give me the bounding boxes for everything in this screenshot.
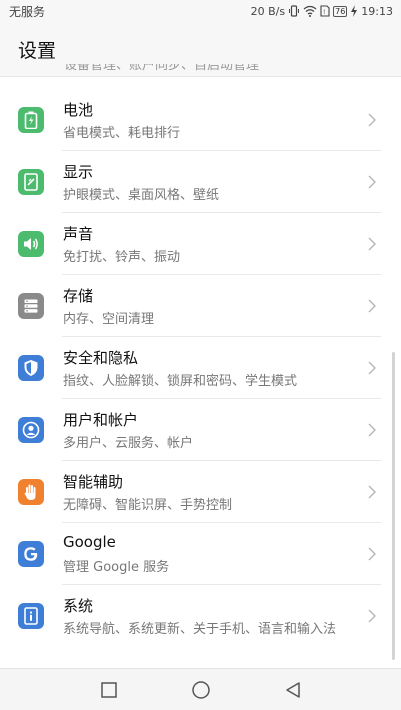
square-icon <box>100 681 117 698</box>
user-icon <box>18 417 44 443</box>
shield-icon <box>18 355 44 381</box>
home-button[interactable] <box>190 679 212 701</box>
settings-item-title: 系统 <box>63 597 94 615</box>
settings-item-security[interactable]: 安全和隐私 指纹、人脸解锁、锁屏和密码、学生模式 <box>0 337 401 399</box>
settings-item-title: 显示 <box>63 163 94 181</box>
chevron-right-icon <box>365 299 379 313</box>
chevron-right-icon <box>365 485 379 499</box>
network-speed: 20 B/s <box>250 4 286 18</box>
settings-item-subtitle: 内存、空间清理 <box>63 312 155 327</box>
settings-item-display[interactable]: 显示 护眼模式、桌面风格、壁纸 <box>0 151 401 213</box>
recents-button[interactable] <box>98 679 120 701</box>
hand-icon <box>18 479 44 505</box>
vibrate-icon <box>288 5 300 17</box>
cutoff-row-subtitle: 设备管理、账户同步、自启动管理 <box>64 64 260 73</box>
clock: 19:13 <box>361 4 393 18</box>
settings-item-subtitle: 多用户、云服务、帐户 <box>63 436 194 451</box>
settings-item-sound[interactable]: 声音 免打扰、铃声、振动 <box>0 213 401 275</box>
settings-item-subtitle: 省电模式、耗电排行 <box>63 126 181 141</box>
storage-icon <box>18 293 44 319</box>
settings-item-google[interactable]: Google 管理 Google 服务 <box>0 523 401 585</box>
top-divider <box>0 76 401 77</box>
settings-item-title: 安全和隐私 <box>63 349 139 367</box>
settings-list[interactable]: 电池 省电模式、耗电排行 显示 护眼模式、桌面风格、壁纸 声音 免打扰、铃声、振… <box>0 89 401 659</box>
settings-item-users-accounts[interactable]: 用户和帐户 多用户、云服务、帐户 <box>0 399 401 461</box>
scrollbar[interactable] <box>392 352 395 660</box>
navigation-bar <box>0 668 401 710</box>
carrier-text: 无服务 <box>9 4 46 19</box>
chevron-right-icon <box>365 113 379 127</box>
chevron-right-icon <box>365 547 379 561</box>
settings-item-system[interactable]: 系统 系统导航、系统更新、关于手机、语言和输入法 <box>0 585 401 659</box>
settings-item-subtitle: 管理 Google 服务 <box>63 560 170 575</box>
settings-item-title: 声音 <box>63 225 94 243</box>
status-bar: 无服务 20 B/s ! 76 19:13 <box>0 0 401 22</box>
wifi-icon <box>303 5 317 17</box>
settings-item-smart-assist[interactable]: 智能辅助 无障碍、智能识屏、手势控制 <box>0 461 401 523</box>
chevron-right-icon <box>365 609 379 623</box>
settings-item-battery[interactable]: 电池 省电模式、耗电排行 <box>0 89 401 151</box>
chevron-right-icon <box>365 423 379 437</box>
settings-item-title: 用户和帐户 <box>63 411 139 429</box>
svg-text:!: ! <box>323 9 325 16</box>
settings-item-title: Google <box>63 533 116 551</box>
settings-item-title: 电池 <box>63 101 94 119</box>
settings-item-subtitle: 护眼模式、桌面风格、壁纸 <box>63 188 220 203</box>
settings-item-subtitle: 无障碍、智能识屏、手势控制 <box>63 498 233 513</box>
chevron-right-icon <box>365 237 379 251</box>
circle-icon <box>191 680 210 699</box>
settings-item-subtitle: 指纹、人脸解锁、锁屏和密码、学生模式 <box>63 374 298 389</box>
speaker-icon <box>18 231 44 257</box>
back-button[interactable] <box>282 679 304 701</box>
sim-icon: ! <box>320 5 330 17</box>
settings-item-storage[interactable]: 存储 内存、空间清理 <box>0 275 401 337</box>
battery-indicator: 76 <box>333 5 348 17</box>
chevron-right-icon <box>365 361 379 375</box>
info-icon <box>18 603 44 629</box>
settings-item-subtitle: 系统导航、系统更新、关于手机、语言和输入法 <box>63 622 337 637</box>
back-triangle-icon <box>285 681 300 698</box>
settings-item-subtitle: 免打扰、铃声、振动 <box>63 250 181 265</box>
status-icons: 20 B/s ! 76 19:13 <box>251 5 393 18</box>
battery-icon <box>18 107 44 133</box>
page-title: 设置 <box>18 39 57 62</box>
display-icon <box>18 169 44 195</box>
chevron-right-icon <box>365 175 379 189</box>
charging-icon <box>350 5 358 17</box>
google-icon <box>18 541 44 567</box>
settings-item-title: 智能辅助 <box>63 473 124 491</box>
settings-item-title: 存储 <box>63 287 94 305</box>
